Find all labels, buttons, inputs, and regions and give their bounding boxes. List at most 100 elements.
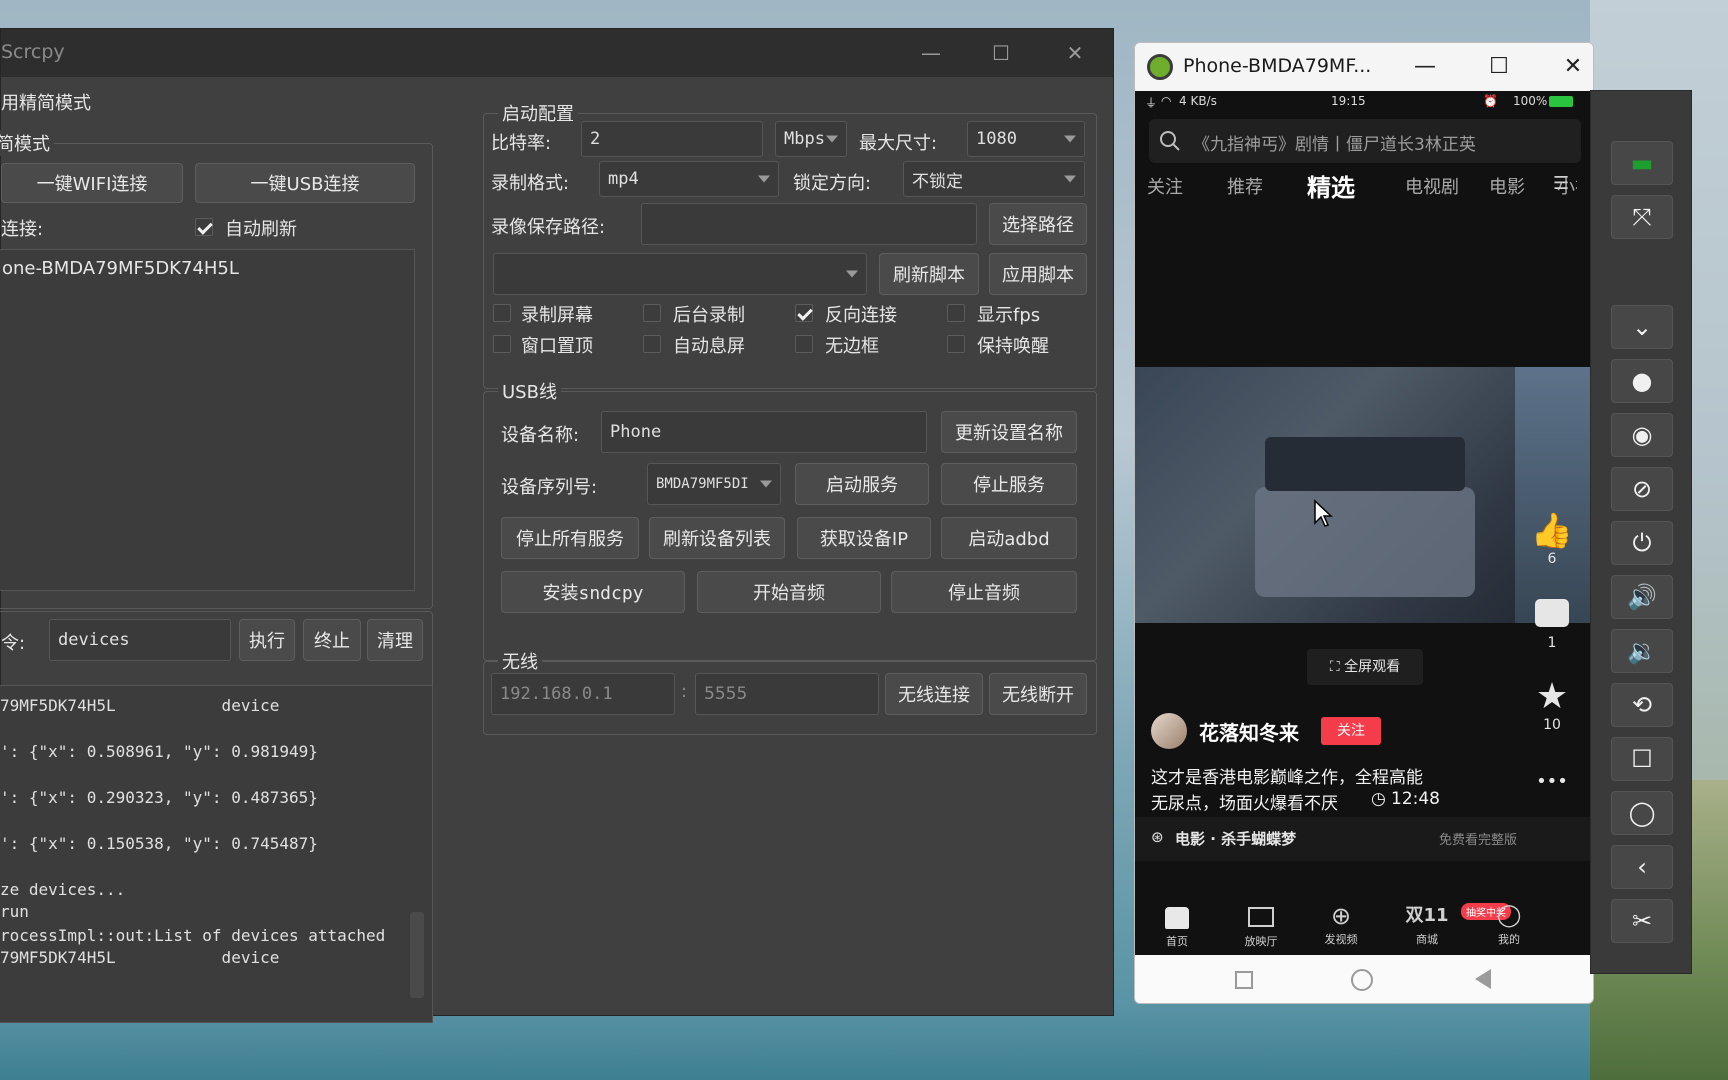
- stop-audio-button[interactable]: 停止音频: [891, 571, 1077, 613]
- borderless-checkbox[interactable]: [795, 335, 813, 353]
- phone-titlebar[interactable]: Phone-BMDA79MF... — ☐ ✕: [1135, 43, 1593, 91]
- reverse-connect-checkbox[interactable]: [795, 304, 813, 322]
- wireless-connect-button[interactable]: 无线连接: [885, 673, 983, 715]
- nav-post-video[interactable]: ⊕ 发视频: [1311, 901, 1371, 947]
- search-bar[interactable]: 《九指神丐》剧情丨僵尸道长3林正英: [1149, 119, 1581, 163]
- script-select[interactable]: [493, 253, 867, 295]
- tab-movie[interactable]: 电影: [1489, 173, 1525, 199]
- bitrate-unit-select[interactable]: Mbps: [775, 121, 847, 157]
- like-button[interactable]: 👍 6: [1527, 511, 1577, 567]
- max-size-select[interactable]: 1080: [967, 121, 1085, 157]
- start-audio-button[interactable]: 开始音频: [697, 571, 881, 613]
- nav-me[interactable]: ◯ 我的: [1479, 901, 1539, 947]
- clear-button[interactable]: 清理: [367, 619, 423, 661]
- background-record-checkbox[interactable]: [643, 304, 661, 322]
- stop-service-button[interactable]: 停止服务: [941, 463, 1077, 505]
- get-device-ip-button[interactable]: 获取设备IP: [797, 517, 931, 559]
- more-options-button[interactable]: •••: [1527, 771, 1577, 792]
- record-dot-icon[interactable]: ●: [1611, 359, 1673, 403]
- phone-maximize-button[interactable]: ☐: [1479, 51, 1519, 83]
- tab-featured[interactable]: 精选: [1307, 168, 1355, 203]
- usb-icon: ⏚: [1145, 96, 1158, 110]
- follow-button[interactable]: 关注: [1321, 717, 1381, 745]
- record-screen-checkbox[interactable]: [493, 304, 511, 322]
- android-icon[interactable]: ▬: [1611, 141, 1673, 185]
- terminate-button[interactable]: 终止: [303, 619, 361, 661]
- device-name-input[interactable]: Phone: [601, 411, 927, 453]
- app-switch-icon[interactable]: ☐: [1611, 737, 1673, 781]
- favorite-button[interactable]: ★ 10: [1527, 677, 1577, 734]
- phone-minimize-button[interactable]: —: [1405, 51, 1445, 83]
- always-on-top-checkbox[interactable]: [493, 335, 511, 353]
- close-button[interactable]: ✕: [1055, 37, 1095, 69]
- nav-theater[interactable]: 放映厅: [1231, 901, 1291, 949]
- eye-off-icon[interactable]: ⊘: [1611, 467, 1673, 511]
- eye-icon[interactable]: ◉: [1611, 413, 1673, 457]
- nav-home[interactable]: 首页: [1147, 901, 1207, 949]
- simple-mode-label[interactable]: 用精简模式: [1, 89, 91, 115]
- ip-input[interactable]: 192.168.0.1: [491, 673, 675, 715]
- keep-awake-checkbox[interactable]: [947, 335, 965, 353]
- tab-follow[interactable]: 关注: [1147, 173, 1183, 199]
- menu-icon[interactable]: ☰: [1553, 173, 1569, 194]
- refresh-script-button[interactable]: 刷新脚本: [879, 253, 979, 295]
- wireless-disconnect-button[interactable]: 无线断开: [989, 673, 1087, 715]
- start-adbd-button[interactable]: 启动adbd: [941, 517, 1077, 559]
- tab-recommend[interactable]: 推荐: [1227, 173, 1263, 199]
- usb-connect-button[interactable]: 一键USB连接: [195, 163, 415, 203]
- back-icon[interactable]: ‹: [1611, 845, 1673, 889]
- rotate-icon[interactable]: ⟲: [1611, 683, 1673, 727]
- volume-down-icon[interactable]: 🔉: [1611, 629, 1673, 673]
- author-name[interactable]: 花落知冬来: [1199, 717, 1299, 746]
- volume-up-icon[interactable]: 🔊: [1611, 575, 1673, 619]
- wifi-connect-button[interactable]: 一键WIFI连接: [1, 163, 183, 203]
- fullscreen-toggle-icon[interactable]: ⤧: [1611, 195, 1673, 239]
- execute-button[interactable]: 执行: [239, 619, 295, 661]
- movie-title-link: 电影 · 杀手蝴蝶梦: [1175, 830, 1297, 848]
- port-input[interactable]: 5555: [695, 673, 879, 715]
- refresh-device-list-button[interactable]: 刷新设备列表: [649, 517, 785, 559]
- lock-orientation-select[interactable]: 不锁定: [903, 161, 1085, 197]
- log-output[interactable]: 79MF5DK74H5L device ': {"x": 0.508961, "…: [0, 685, 433, 1023]
- maximize-button[interactable]: ☐: [981, 37, 1021, 69]
- choose-path-button[interactable]: 选择路径: [989, 203, 1087, 245]
- auto-refresh-checkbox[interactable]: [195, 218, 213, 236]
- titlebar[interactable]: Scrcpy — ☐ ✕: [1, 29, 1113, 77]
- alarm-icon: ⏰: [1483, 94, 1498, 108]
- back-button[interactable]: [1475, 969, 1491, 989]
- movie-link-bar[interactable]: ⊛ 电影 · 杀手蝴蝶梦 免费看完整版: [1135, 817, 1593, 861]
- apply-script-button[interactable]: 应用脚本: [989, 253, 1087, 295]
- video-player[interactable]: [1135, 367, 1593, 623]
- phone-screen[interactable]: ⏚ ◠ 4 KB/s 19:15 ⏰ 100% 《九指神丐》剧情丨僵尸道长3林正…: [1135, 91, 1593, 957]
- command-input[interactable]: devices: [49, 619, 231, 661]
- serial-select[interactable]: BMDA79MF5DI: [647, 463, 781, 505]
- update-name-button[interactable]: 更新设置名称: [941, 411, 1077, 453]
- install-sndcpy-button[interactable]: 安装sndcpy: [501, 571, 685, 613]
- device-list-item[interactable]: one-BMDA79MF5DK74H5L: [2, 258, 239, 279]
- expand-notifications-icon[interactable]: ⌄: [1611, 305, 1673, 349]
- minimize-button[interactable]: —: [911, 37, 951, 69]
- record-format-select[interactable]: mp4: [599, 161, 779, 197]
- scissors-icon[interactable]: ✂: [1611, 899, 1673, 943]
- nav-mall[interactable]: 双11 商城: [1397, 901, 1457, 947]
- show-fps-checkbox[interactable]: [947, 304, 965, 322]
- auto-screen-off-label: 自动息屏: [673, 336, 745, 357]
- phone-close-button[interactable]: ✕: [1553, 51, 1593, 83]
- log-scrollbar[interactable]: [410, 912, 424, 998]
- comment-button[interactable]: 1: [1527, 599, 1577, 651]
- record-path-input[interactable]: [641, 203, 977, 245]
- start-service-button[interactable]: 启动服务: [795, 463, 929, 505]
- nav-post-video-label: 发视频: [1324, 933, 1358, 946]
- home-circle-icon[interactable]: ◯: [1611, 791, 1673, 835]
- recents-button[interactable]: [1235, 971, 1253, 989]
- author-avatar[interactable]: [1151, 713, 1187, 749]
- home-button[interactable]: [1351, 969, 1373, 991]
- stop-all-services-button[interactable]: 停止所有服务: [501, 517, 639, 559]
- power-icon[interactable]: ⏻: [1611, 521, 1673, 565]
- device-list[interactable]: one-BMDA79MF5DK74H5L: [0, 249, 415, 591]
- tab-tv[interactable]: 电视剧: [1405, 173, 1459, 199]
- bitrate-input[interactable]: 2: [581, 121, 763, 157]
- serial-value: BMDA79MF5DI: [656, 476, 749, 492]
- auto-screen-off-checkbox[interactable]: [643, 335, 661, 353]
- fullscreen-button[interactable]: ⛶ 全屏观看: [1307, 649, 1423, 685]
